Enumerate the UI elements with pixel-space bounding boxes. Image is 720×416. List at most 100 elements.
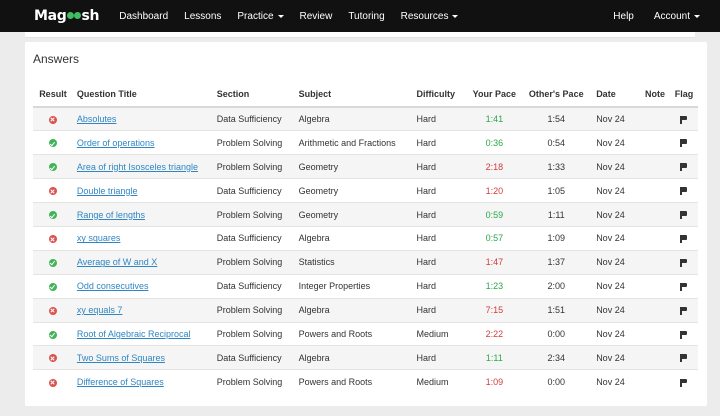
date-cell: Nov 24: [590, 154, 641, 179]
nav-resources-dropdown[interactable]: Resources: [401, 11, 459, 22]
section-cell: Data Sufficiency: [216, 106, 299, 131]
nav-dashboard[interactable]: Dashboard: [119, 11, 168, 22]
date-cell: Nov 24: [590, 297, 641, 323]
header-result[interactable]: Result: [33, 82, 73, 108]
note-cell: [640, 178, 670, 203]
flag-icon[interactable]: [680, 139, 688, 148]
nav-help-label: Help: [613, 10, 634, 22]
check-circle-icon: [48, 139, 57, 148]
section-cell: Problem Solving: [216, 202, 299, 227]
result-cell: [33, 345, 73, 370]
nav-practice-dropdown[interactable]: Practice: [237, 10, 284, 22]
question-title-link[interactable]: Two Sums of Squares: [77, 353, 165, 363]
question-title-link[interactable]: xy equals 7: [77, 305, 123, 315]
difficulty-cell: Medium: [416, 321, 467, 346]
header-difficulty[interactable]: Difficulty: [416, 82, 467, 108]
difficulty-cell: Hard: [416, 178, 467, 203]
nav-help[interactable]: Help: [613, 11, 634, 22]
flag-icon[interactable]: [680, 115, 688, 124]
question-title-link[interactable]: Double triangle: [77, 186, 138, 196]
question-title-link[interactable]: Root of Algebraic Reciprocal: [77, 329, 191, 339]
table-row: Odd consecutives Data Sufficiency Integer …: [33, 273, 698, 299]
your-pace-cell: 1:41: [466, 106, 523, 131]
result-cell: [33, 202, 73, 227]
question-title-link[interactable]: Order of operations: [77, 138, 155, 148]
subject-cell: Algebra: [298, 106, 417, 131]
flag-icon[interactable]: [680, 282, 688, 291]
flag-icon[interactable]: [680, 235, 688, 244]
date-cell: Nov 24: [590, 225, 641, 251]
section-cell: Data Sufficiency: [216, 225, 299, 251]
nav-account-dropdown[interactable]: Account: [654, 11, 700, 22]
section-cell: Data Sufficiency: [216, 178, 299, 203]
table-row: xy squares Data Sufficiency Algebra Hard 0:5…: [33, 225, 698, 251]
title-cell: xy squares: [72, 225, 217, 251]
difficulty-cell: Hard: [416, 154, 467, 179]
answers-header-row: Result Question Title Section Subject Di…: [33, 82, 698, 108]
flag-icon[interactable]: [680, 306, 688, 315]
flag-icon[interactable]: [680, 378, 688, 387]
question-title-link[interactable]: Average of W and X: [77, 257, 157, 267]
question-title-link[interactable]: Difference of Squares: [77, 377, 164, 387]
title-cell: xy equals 7: [72, 297, 217, 323]
question-title-link[interactable]: Range of lengths: [77, 210, 145, 220]
x-circle-icon: [48, 235, 57, 244]
result-cell: [33, 369, 73, 394]
subject-cell: Geometry: [298, 178, 417, 203]
header-subject[interactable]: Subject: [298, 82, 417, 108]
header-date[interactable]: Date: [590, 82, 641, 108]
nav-tutoring[interactable]: Tutoring: [348, 11, 384, 22]
note-cell: [640, 297, 670, 323]
flag-cell: [669, 178, 698, 203]
title-cell: Two Sums of Squares: [72, 345, 217, 370]
others-pace-cell: 1:37: [522, 249, 591, 275]
header-section[interactable]: Section: [216, 82, 299, 108]
title-cell: Order of operations: [72, 130, 217, 155]
header-others-pace[interactable]: Other's Pace: [522, 82, 591, 108]
question-title-link[interactable]: Odd consecutives: [77, 281, 149, 291]
your-pace-cell: 1:47: [466, 249, 523, 275]
others-pace-cell: 2:34: [522, 345, 591, 370]
nav-review[interactable]: Review: [300, 11, 333, 22]
flag-icon[interactable]: [680, 330, 688, 339]
your-pace-cell: 2:22: [466, 321, 523, 346]
flag-cell: [669, 225, 698, 251]
nav-right-group: Help Account: [593, 11, 700, 22]
table-row: Double triangle Data Sufficiency Geometry H…: [33, 178, 698, 203]
nav-lessons-label: Lessons: [184, 10, 222, 22]
difficulty-cell: Hard: [416, 273, 467, 299]
date-cell: Nov 24: [590, 345, 641, 370]
result-cell: [33, 249, 73, 275]
result-cell: [33, 273, 73, 299]
answers-panel: Answers Result Question Title Section Su…: [25, 42, 707, 406]
nav-lessons[interactable]: Lessons: [184, 11, 221, 22]
flag-icon[interactable]: [680, 187, 688, 196]
logo-text-right: sh: [81, 8, 100, 24]
section-cell: Problem Solving: [216, 321, 299, 346]
magoosh-logo[interactable]: Mag sh: [34, 8, 100, 24]
caret-down-icon: [694, 14, 700, 18]
flag-icon[interactable]: [680, 163, 688, 172]
flag-icon[interactable]: [680, 354, 688, 363]
others-pace-cell: 1:51: [522, 297, 591, 323]
section-cell: Problem Solving: [216, 369, 299, 394]
header-note: Note: [640, 82, 670, 108]
result-cell: [33, 106, 73, 131]
nav-practice-label: Practice: [237, 10, 274, 22]
subject-cell: Geometry: [298, 154, 417, 179]
question-title-link[interactable]: Area of right Isosceles triangle: [77, 162, 198, 172]
caret-down-icon: [452, 14, 459, 18]
your-pace-cell: 0:36: [466, 130, 523, 155]
subject-cell: Statistics: [298, 249, 417, 275]
difficulty-cell: Medium: [416, 369, 467, 394]
flag-icon[interactable]: [680, 211, 688, 220]
question-title-link[interactable]: Absolutes: [77, 114, 117, 124]
others-pace-cell: 1:54: [522, 106, 591, 131]
x-circle-icon: [48, 378, 57, 387]
question-title-link[interactable]: xy squares: [77, 233, 121, 243]
header-your-pace[interactable]: Your Pace: [466, 82, 523, 108]
table-row: Order of operations Problem Solving Arithm…: [33, 130, 698, 155]
flag-icon[interactable]: [680, 258, 688, 267]
header-question-title[interactable]: Question Title: [72, 82, 217, 108]
subject-cell: Arithmetic and Fractions: [298, 130, 417, 155]
